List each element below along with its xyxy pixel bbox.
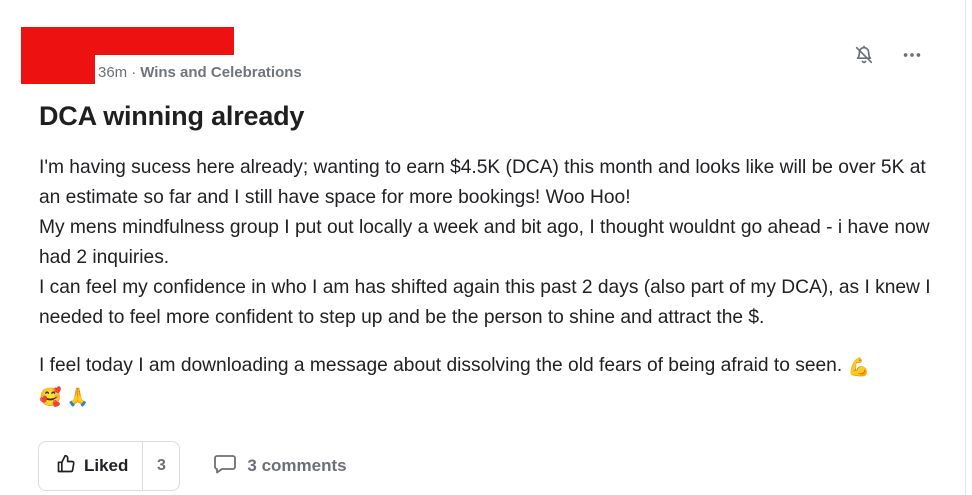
like-control: Liked 3 [38, 441, 181, 491]
post-footer: Liked 3 3 comments [38, 441, 347, 491]
post-body-line-3: I can feel my confidence in who I am has… [39, 277, 931, 328]
like-button[interactable]: Liked [39, 442, 142, 490]
smiling-face-with-hearts-emoji: 🥰 [39, 387, 62, 407]
like-count[interactable]: 3 [142, 442, 179, 490]
thumbs-up-icon [56, 454, 76, 479]
post-body: I'm having sucess here already; wanting … [39, 153, 934, 411]
comment-icon [213, 454, 237, 479]
post-meta: 36m · Wins and Celebrations [98, 64, 302, 81]
meta-separator: · [131, 64, 137, 81]
post-card: 36m · Wins and Celebrations DCA winning … [0, 0, 966, 495]
bell-off-icon [853, 44, 875, 71]
like-label: Liked [84, 456, 129, 475]
flexed-biceps-emoji: 💪 [847, 357, 870, 377]
post-body-paragraph: I feel today I am downloading a message … [39, 351, 934, 411]
mute-notifications-button[interactable] [851, 44, 877, 70]
post-actions [851, 44, 925, 70]
more-options-button[interactable] [899, 44, 925, 70]
folded-hands-emoji: 🙏 [66, 387, 90, 407]
post-timestamp: 36m [98, 64, 128, 81]
post-title: DCA winning already [39, 101, 305, 131]
comments-label: 3 comments [247, 456, 347, 475]
more-horizontal-icon [901, 44, 923, 71]
comments-button[interactable]: 3 comments [213, 454, 347, 479]
post-body-line-2: My mens mindfulness group I put out loca… [39, 217, 930, 268]
post-body-paragraph: I'm having sucess here already; wanting … [39, 153, 934, 333]
post-body-line-1: I'm having sucess here already; wanting … [39, 157, 926, 208]
author-avatar-redaction [21, 50, 95, 84]
post-body-line-4: I feel today I am downloading a message … [39, 355, 843, 376]
post-category-link[interactable]: Wins and Celebrations [140, 64, 302, 81]
